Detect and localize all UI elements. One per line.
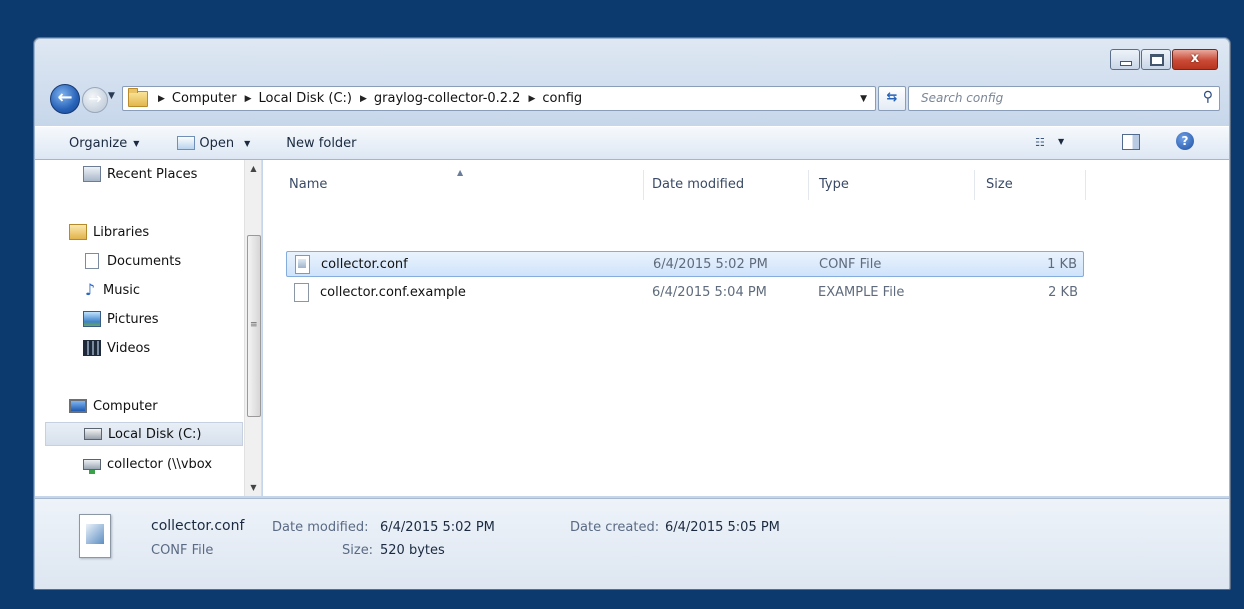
breadcrumb-local-disk[interactable]: ▶ Local Disk (C:) [237, 91, 352, 106]
details-date-created: 6/4/2015 5:05 PM [665, 520, 780, 535]
maximize-button[interactable] [1141, 49, 1171, 70]
column-header-type[interactable]: Type [819, 177, 849, 192]
file-size: 1 KB [1047, 257, 1077, 272]
details-pane: collector.conf Date modified: 6/4/2015 5… [35, 498, 1229, 589]
file-icon [294, 283, 309, 302]
details-file-type: CONF File [151, 543, 214, 558]
recent-pages-dropdown-icon[interactable]: ▼ [108, 91, 115, 101]
column-divider[interactable] [974, 170, 975, 200]
search-input[interactable]: Search config ⚲ [908, 86, 1220, 111]
command-bar: Organize ▼ Open ▼ New folder ☷ ▼ ? [35, 126, 1229, 160]
close-button[interactable]: x [1172, 49, 1218, 70]
file-row[interactable]: collector.conf.example 6/4/2015 5:04 PM … [286, 280, 1084, 306]
breadcrumb-config[interactable]: ▶ config [520, 91, 582, 106]
file-name: collector.conf.example [320, 285, 466, 300]
nav-item-libraries[interactable]: Libraries [69, 220, 261, 244]
chevron-down-icon: ▼ [133, 138, 140, 148]
column-divider[interactable] [643, 170, 644, 200]
selected-file-icon [79, 514, 111, 558]
nav-item-pictures[interactable]: Pictures [83, 307, 261, 331]
file-date: 6/4/2015 5:02 PM [653, 257, 768, 272]
file-size: 2 KB [1048, 285, 1078, 300]
pictures-icon [83, 311, 101, 327]
file-date: 6/4/2015 5:04 PM [652, 285, 767, 300]
open-button[interactable]: Open ▼ [177, 136, 250, 151]
nav-item-computer[interactable]: Computer [69, 394, 261, 418]
breadcrumb-graylog-collector[interactable]: ▶ graylog-collector-0.2.2 [352, 91, 521, 106]
details-date-created-label: Date created: [570, 520, 660, 535]
breadcrumb-separator-icon[interactable]: ▶ [528, 94, 535, 104]
scrollbar-grip-icon: ≡ [250, 320, 258, 330]
nav-item-local-disk[interactable]: Local Disk (C:) [45, 422, 243, 446]
navigation-pane: Recent Places Libraries Documents ♪ Music… [35, 160, 262, 496]
address-bar[interactable]: ▶ Computer ▶ Local Disk (C:) ▶ graylog-coll… [122, 86, 876, 111]
sort-ascending-icon: ▲ [457, 168, 464, 177]
forward-button[interactable] [82, 87, 108, 113]
computer-icon [69, 399, 87, 413]
documents-icon [85, 253, 99, 269]
libraries-icon [69, 224, 87, 240]
scroll-down-icon[interactable]: ▼ [245, 483, 261, 492]
file-row[interactable]: collector.conf 6/4/2015 5:02 PM CONF Fil… [286, 251, 1084, 277]
videos-icon [83, 340, 101, 356]
refresh-button[interactable]: ⇆ [878, 86, 906, 111]
minimize-button[interactable] [1110, 49, 1140, 70]
explorer-window: x ▼ ▶Computer ▶Local Disk (C:) ▶graylog-… [33, 37, 1231, 590]
view-options-dropdown-icon[interactable]: ▼ [1058, 137, 1064, 146]
nav-item-videos[interactable]: Videos [83, 336, 261, 360]
breadcrumb-separator-icon[interactable]: ▶ [245, 94, 252, 104]
search-placeholder: Search config [921, 91, 1004, 105]
details-file-name: collector.conf [151, 518, 245, 534]
nav-scrollbar[interactable]: ▲ ≡ ▼ [244, 160, 261, 496]
search-icon[interactable]: ⚲ [1203, 89, 1213, 105]
breadcrumb-separator-icon[interactable]: ▶ [360, 94, 367, 104]
column-divider[interactable] [1085, 170, 1086, 200]
nav-item-network-drive[interactable]: collector (\\vbox [83, 452, 243, 476]
organize-button[interactable]: Organize ▼ [69, 136, 139, 151]
recent-places-icon [83, 166, 101, 182]
caption-buttons: x [1110, 49, 1218, 70]
refresh-icon: ⇆ [886, 90, 898, 105]
close-icon: x [1190, 51, 1200, 66]
column-header-date-modified[interactable]: Date modified [652, 177, 744, 192]
details-size-label: Size: [342, 543, 374, 558]
chevron-down-icon[interactable]: ▼ [244, 139, 250, 148]
details-date-modified: 6/4/2015 5:02 PM [380, 520, 495, 535]
nav-item-recent-places[interactable]: Recent Places [83, 162, 261, 186]
breadcrumb-separator-icon[interactable]: ▶ [158, 94, 165, 104]
nav-item-music[interactable]: ♪ Music [83, 278, 261, 302]
file-name: collector.conf [321, 257, 408, 272]
network-drive-icon [83, 458, 101, 474]
conf-file-icon [295, 255, 310, 274]
open-icon [177, 136, 196, 150]
navigation-row: ▼ ▶Computer ▶Local Disk (C:) ▶graylog-co… [44, 82, 1220, 114]
column-header-size[interactable]: Size [986, 177, 1013, 192]
nav-item-documents[interactable]: Documents [83, 249, 261, 273]
file-type: EXAMPLE File [818, 285, 905, 300]
scroll-up-icon[interactable]: ▲ [245, 164, 261, 173]
column-header-name[interactable]: Name [289, 177, 327, 192]
address-dropdown-icon[interactable]: ▼ [860, 94, 867, 104]
column-divider[interactable] [808, 170, 809, 200]
file-type: CONF File [819, 257, 882, 272]
back-button[interactable] [50, 84, 80, 114]
breadcrumb-computer[interactable]: ▶ Computer [154, 91, 237, 106]
folder-icon [128, 87, 148, 107]
file-list: ▲ Name Date modified Type Size collector… [263, 160, 1229, 496]
preview-pane-icon[interactable] [1122, 134, 1140, 150]
local-disk-icon [84, 428, 102, 440]
details-size: 520 bytes [380, 543, 445, 558]
details-date-modified-label: Date modified: [272, 520, 369, 535]
help-icon[interactable]: ? [1176, 132, 1194, 150]
new-folder-button[interactable]: New folder [286, 136, 356, 151]
change-view-icon[interactable]: ☷ [1035, 136, 1045, 149]
music-icon: ♪ [84, 280, 96, 299]
